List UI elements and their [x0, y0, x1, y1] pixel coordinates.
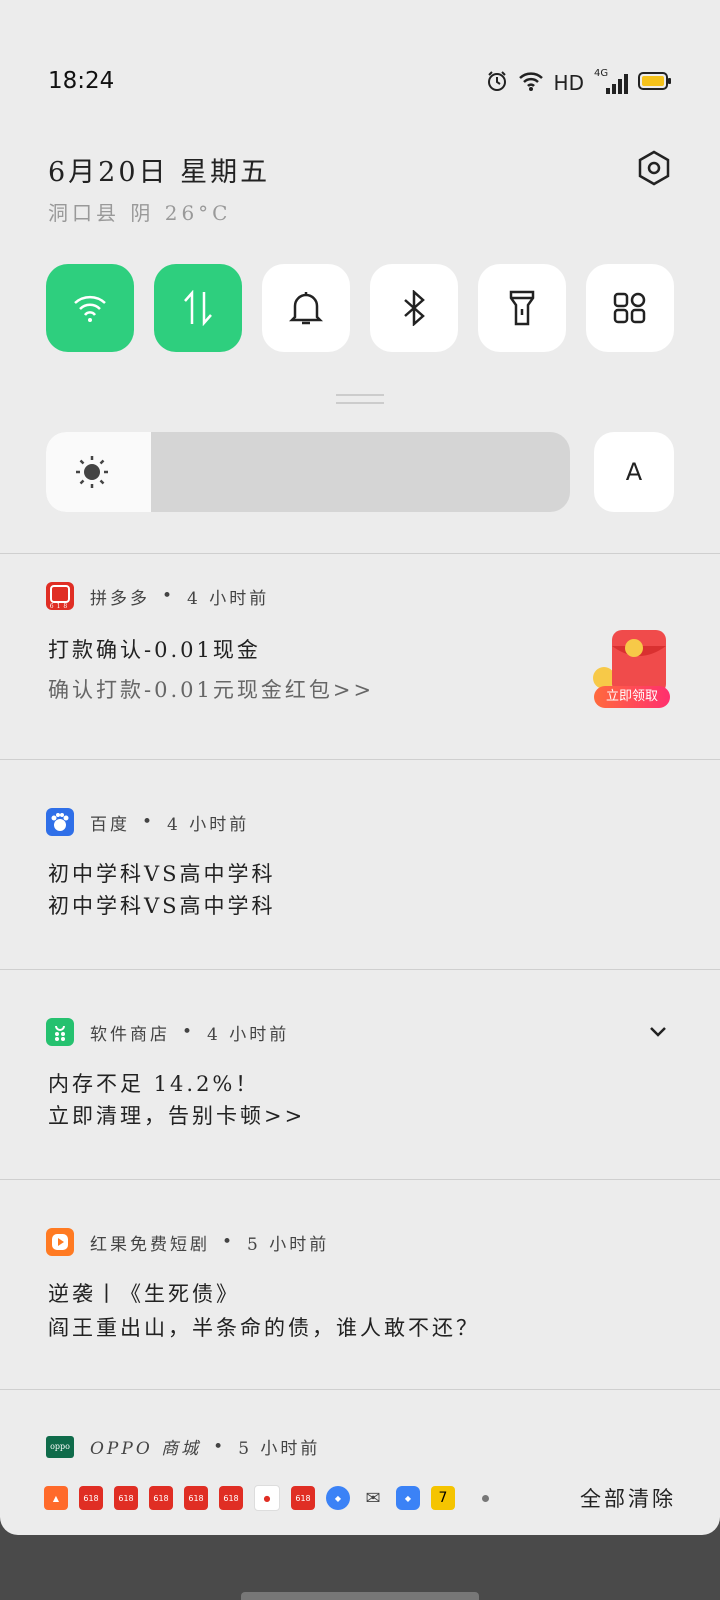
quick-settings-tiles	[46, 264, 674, 352]
flashlight-icon	[509, 290, 535, 326]
notification-shade: 18:24 HD 4G 6月20日 星期五 洞口县 阴 26°C A 618 拼…	[0, 0, 720, 1535]
pinduoduo-icon: 618	[114, 1486, 138, 1510]
app-name: 软件商店	[90, 1024, 170, 1045]
date-header: 6月20日 星期五 洞口县 阴 26°C	[48, 150, 672, 226]
app-name: 拼多多	[90, 588, 150, 609]
notification-time: 4 小时前	[207, 1024, 290, 1045]
date-text: 6月20日 星期五	[48, 157, 271, 188]
notification-text: 立即清理，告别卡顿>>	[48, 1104, 306, 1128]
signal-icon: 4G	[594, 68, 628, 94]
notification-text: 初中学科VS高中学科	[48, 894, 276, 918]
hd-label: HD	[553, 71, 584, 95]
red-packet-image: 立即领取	[592, 626, 670, 708]
sun-icon	[76, 456, 108, 488]
pinduoduo-icon: 618	[291, 1486, 315, 1510]
clear-all-button[interactable]: 全部清除	[580, 1483, 676, 1513]
baidu-app-icon	[46, 808, 74, 836]
settings-icon	[638, 150, 670, 186]
tile-sound[interactable]	[262, 264, 350, 352]
notification-title: 内存不足 14.2%！	[48, 1072, 260, 1096]
oppo-app-icon: oppo	[46, 1435, 74, 1458]
app-name: 百度	[90, 814, 130, 835]
browser-icon: ◆	[396, 1486, 420, 1510]
notification-pinduoduo[interactable]: 618 拼多多 • 4 小时前 打款确认-0.01现金 确认打款-0.01元现金…	[0, 553, 720, 760]
notification-title: 打款确认-0.01现金	[48, 638, 261, 662]
tile-more[interactable]	[586, 264, 674, 352]
pinduoduo-icon: 618	[184, 1486, 208, 1510]
notification-hongguo[interactable]: 红果免费短剧 • 5 小时前 逆袭丨《生死债》 阎王重出山，半条命的债，谁人敢不…	[0, 1179, 720, 1390]
pinduoduo-icon: 618	[79, 1486, 103, 1510]
settings-button[interactable]	[636, 150, 672, 186]
auto-brightness-button[interactable]: A	[594, 432, 674, 512]
notification-time: 4 小时前	[167, 814, 250, 835]
tile-mobile-data[interactable]	[154, 264, 242, 352]
tile-wifi[interactable]	[46, 264, 134, 352]
hongguo-app-icon	[46, 1228, 74, 1256]
drag-handle[interactable]	[336, 394, 384, 404]
tile-flashlight[interactable]	[478, 264, 566, 352]
bluetooth-icon	[404, 290, 425, 326]
wechat-icon: ✉	[365, 1487, 381, 1509]
app-name: 红果免费短剧	[90, 1234, 210, 1255]
notification-text: 确认打款-0.01元现金红包>>	[48, 678, 375, 702]
map-pin-icon: ●	[254, 1485, 280, 1511]
notification-time: 5 小时前	[238, 1439, 321, 1459]
expand-button[interactable]	[646, 1020, 670, 1044]
more-dot-icon	[482, 1494, 489, 1502]
pinduoduo-app-icon: 618	[46, 582, 74, 610]
mobile-data-icon	[184, 290, 212, 326]
status-bar: 18:24 HD 4G	[48, 66, 672, 102]
bell-icon	[289, 292, 323, 325]
claim-now-badge: 立即领取	[594, 686, 670, 708]
weather-text: 洞口县 阴 26°C	[48, 201, 232, 225]
qimao-icon: 7	[431, 1486, 455, 1510]
navigation-gesture-bar[interactable]	[241, 1592, 479, 1600]
tile-bluetooth[interactable]	[370, 264, 458, 352]
notification-time: 5 小时前	[247, 1234, 330, 1255]
pinduoduo-icon: 618	[149, 1486, 173, 1510]
clock: 18:24	[48, 68, 115, 94]
software-store-app-icon	[46, 1018, 74, 1046]
wifi-status-icon	[518, 70, 544, 96]
grid-icon	[613, 292, 646, 324]
brightness-slider[interactable]	[46, 432, 570, 512]
browser-icon: ◆	[326, 1486, 350, 1510]
battery-icon	[638, 71, 672, 95]
chevron-down-icon	[650, 1027, 666, 1037]
notification-software-store[interactable]: 软件商店 • 4 小时前 内存不足 14.2%！ 立即清理，告别卡顿>>	[0, 969, 720, 1180]
alarm-icon	[486, 70, 508, 96]
notification-baidu[interactable]: 百度 • 4 小时前 初中学科VS高中学科 初中学科VS高中学科	[0, 759, 720, 970]
wifi-icon	[74, 295, 106, 322]
collapsed-notification-icons: ▲ 618 618 618 618 618 ● 618 ◆ ✉ ◆ 7 全部清除	[44, 1480, 676, 1516]
notification-time: 4 小时前	[187, 588, 270, 609]
notification-title: 逆袭丨《生死债》	[48, 1282, 240, 1306]
game-app-icon: ▲	[44, 1486, 68, 1510]
pinduoduo-icon: 618	[219, 1486, 243, 1510]
notification-text: 阎王重出山，半条命的债，谁人敢不还？	[48, 1316, 480, 1340]
notification-title: 初中学科VS高中学科	[48, 862, 276, 886]
app-name: OPPO 商城	[90, 1439, 202, 1459]
